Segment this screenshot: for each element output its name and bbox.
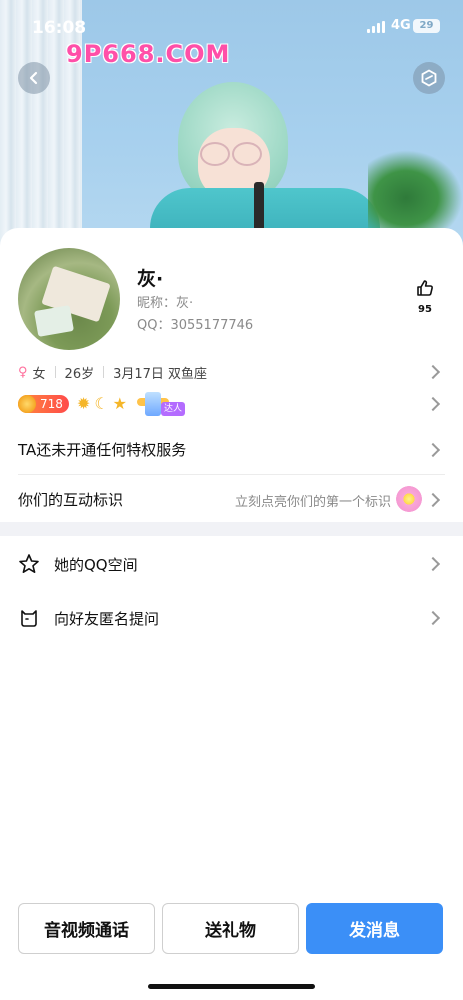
cover-glasses-right	[232, 142, 262, 166]
basic-info-row[interactable]: ♀ 女 26岁 3月17日 双鱼座	[18, 362, 445, 382]
cover-plant	[368, 150, 463, 230]
birthday-text: 3月17日 双鱼座	[113, 366, 208, 382]
daren-label: 达人	[161, 402, 185, 416]
profile-qq-number[interactable]: QQ：3055177746	[137, 314, 253, 333]
send-message-button[interactable]: 发消息	[306, 903, 443, 954]
level-badge: 718	[18, 395, 69, 413]
flower-icon	[396, 486, 422, 512]
thumbs-up-icon	[417, 280, 433, 296]
interaction-mark-label: 你们的互动标识	[18, 490, 124, 509]
star-icon: ★	[112, 394, 127, 413]
badges-row[interactable]: 718 ✹ ☾ ★ 达人	[18, 392, 445, 416]
more-options-button[interactable]	[413, 62, 445, 94]
profile-card: 灰· 昵称：灰· QQ：3055177746 95 ♀ 女 26岁 3月17日 …	[0, 228, 463, 1000]
avatar[interactable]	[18, 248, 120, 350]
sun-icon: ✹	[76, 394, 91, 413]
anonymous-question-label: 向好友匿名提问	[54, 609, 160, 628]
divider	[103, 366, 105, 378]
home-indicator[interactable]	[148, 984, 315, 989]
interaction-hint: 立刻点亮你们的第一个标识	[234, 495, 391, 510]
hexagon-shield-icon	[421, 69, 437, 87]
qzone-label: 她的QQ空间	[54, 555, 138, 574]
chevron-left-icon	[29, 71, 38, 85]
battery-icon: 29	[413, 19, 440, 33]
avatar-card	[34, 305, 74, 337]
cover-mic-stand	[254, 182, 264, 232]
anonymous-question-row[interactable]: 向好友匿名提问	[18, 594, 445, 642]
gender-text: 女	[32, 366, 46, 382]
age-text: 26岁	[64, 366, 95, 382]
status-time: 16:08	[32, 18, 87, 38]
like-count: 95	[418, 304, 432, 315]
daren-badge: 达人	[137, 392, 185, 416]
profile-nickname: 昵称：灰·	[137, 296, 194, 311]
moon-icon: ☾	[94, 394, 109, 413]
divider	[54, 366, 56, 378]
vip-service-row[interactable]: TA还未开通任何特权服务	[18, 425, 445, 473]
phone-icon	[145, 392, 161, 416]
signal-icon	[367, 21, 385, 33]
female-icon: ♀	[18, 364, 28, 380]
level-value: 718	[40, 397, 63, 411]
section-gap	[0, 522, 463, 536]
av-call-button[interactable]: 音视频通话	[18, 903, 155, 954]
network-type: 4G	[391, 18, 411, 33]
watermark-text: 9P668.COM	[66, 40, 231, 68]
cover-glasses-left	[200, 142, 230, 166]
send-gift-button[interactable]: 送礼物	[162, 903, 299, 954]
profile-name: 灰·	[137, 268, 164, 290]
back-button[interactable]	[18, 62, 50, 94]
like-button[interactable]: 95	[408, 278, 442, 315]
vip-service-text: TA还未开通任何特权服务	[18, 440, 187, 459]
coin-icon	[18, 395, 36, 413]
qzone-row[interactable]: 她的QQ空间	[18, 540, 445, 588]
